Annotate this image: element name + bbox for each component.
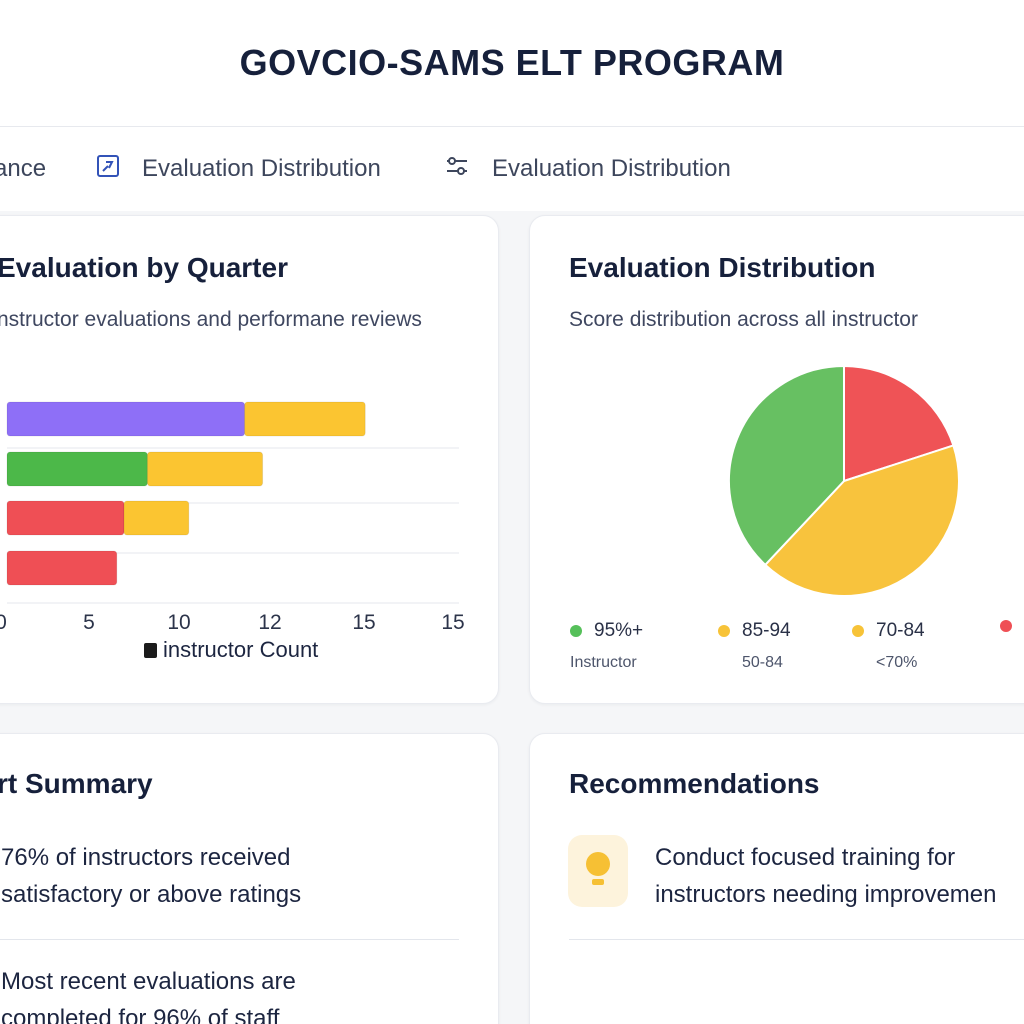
legend-item: 70-84	[852, 620, 925, 642]
evaluation-by-quarter-card: Evaluation by Quarter nstructor evaluati…	[0, 215, 499, 704]
legend-item: 95%+	[570, 620, 643, 642]
legend-dot	[852, 625, 864, 637]
legend-label: 70-84	[876, 620, 925, 641]
x-tick-label: 15	[352, 611, 375, 634]
bar-legend: instructor Count	[144, 637, 318, 663]
legend-item: 85-94	[718, 620, 791, 642]
legend-dot	[718, 625, 730, 637]
legend-label: 95%+	[594, 620, 644, 641]
x-tick-label: 5	[83, 611, 95, 634]
lightbulb-icon	[568, 835, 628, 907]
tab-label: Evaluation Distribution	[142, 155, 381, 182]
header: GOVCIO-SAMS ELT PROGRAM	[0, 0, 1024, 127]
card-title: Recommendations	[569, 768, 820, 799]
bar-segment	[123, 500, 190, 536]
bar-segment	[6, 550, 118, 586]
tab-label: Evaluation Distribution	[492, 155, 731, 182]
tab-performance[interactable]: ance	[0, 154, 46, 184]
bar-segment	[6, 401, 246, 437]
bar-segment	[146, 451, 264, 487]
x-tick-label: 12	[258, 611, 281, 634]
divider	[569, 939, 1024, 940]
legend-item	[1000, 620, 1024, 632]
card-title: rt Summary	[0, 768, 153, 799]
recommendation-item: Conduct focused training for instructors…	[655, 844, 997, 908]
legend-dot	[1000, 620, 1012, 632]
summary-item: Most recent evaluations are completed fo…	[1, 968, 296, 1024]
legend-dot	[570, 625, 582, 637]
tab-bar: ance Evaluation Distribution Evaluation …	[0, 127, 1024, 211]
tab-evaluation-distribution-2[interactable]: Evaluation Distribution	[444, 154, 731, 184]
legend-label: instructor Count	[163, 637, 319, 662]
legend-label: 85-94	[742, 620, 791, 641]
sliders-icon	[444, 154, 470, 185]
dashboard-page: GOVCIO-SAMS ELT PROGRAM ance Evaluation …	[0, 0, 1024, 1024]
summary-item: 76% of instructors received satisfactory…	[1, 844, 302, 908]
x-tick-label: 0	[0, 611, 7, 634]
bar-segment	[6, 500, 125, 536]
bar-segment	[244, 401, 366, 437]
x-tick-label: 15	[441, 611, 464, 634]
legend-sub: <70%	[876, 654, 918, 671]
divider	[0, 939, 459, 940]
x-tick-label: 10	[167, 611, 190, 634]
card-subtitle: nstructor evaluations and performane rev…	[0, 308, 422, 331]
pie-legend: 95%+ Instructor 85-94 50-84 70-84 <70%	[570, 620, 1024, 680]
bar-segment	[6, 451, 148, 487]
legend-sub: 50-84	[742, 654, 783, 671]
summary-card: rt Summary 76% of instructors received s…	[0, 733, 499, 1024]
card-title: Evaluation by Quarter	[0, 252, 288, 283]
legend-swatch	[144, 642, 157, 658]
app-title: GOVCIO-SAMS ELT PROGRAM	[239, 42, 785, 83]
legend-sub: Instructor	[570, 654, 637, 671]
chart-box-icon	[96, 154, 120, 185]
tab-label: ance	[0, 155, 47, 182]
tab-evaluation-distribution[interactable]: Evaluation Distribution	[96, 154, 381, 184]
